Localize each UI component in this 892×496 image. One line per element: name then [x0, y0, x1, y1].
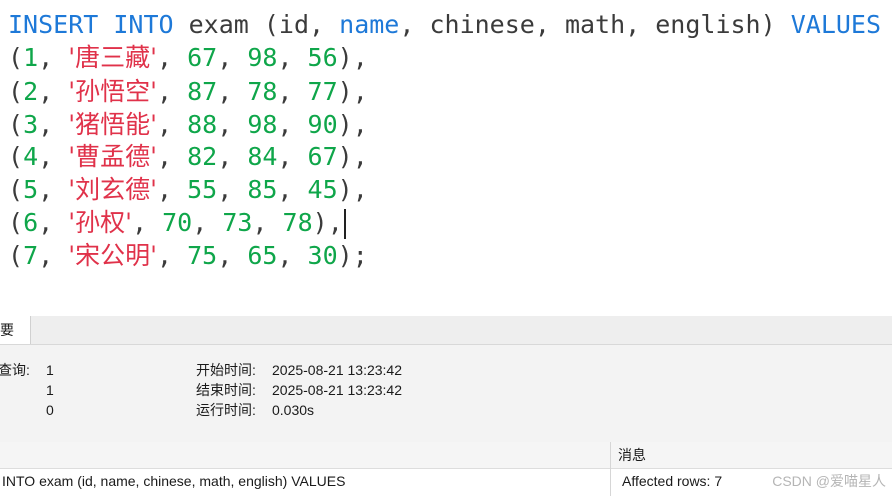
value-name: '唐三藏' — [68, 43, 157, 72]
row-end: ), — [337, 142, 368, 171]
value-chinese: 82 — [187, 142, 218, 171]
column-divider[interactable] — [610, 442, 611, 496]
value-math: 98 — [247, 43, 278, 72]
value-chinese: 70 — [162, 208, 193, 237]
value-math: 85 — [247, 175, 278, 204]
value-math: 78 — [247, 77, 278, 106]
value-math: 65 — [247, 241, 278, 270]
value-english: 78 — [282, 208, 313, 237]
value-math: 98 — [247, 110, 278, 139]
value-name: '宋公明' — [68, 241, 157, 270]
sql-editor[interactable]: INSERT INTO exam (id, name, chinese, mat… — [0, 0, 892, 316]
run-time-label: 运行时间: — [196, 402, 256, 418]
value-name: '刘玄德' — [68, 175, 157, 204]
tab-summary[interactable]: 摘要 — [0, 316, 31, 344]
table-text: exam (id, — [173, 10, 340, 39]
start-time-label: 开始时间: — [196, 362, 256, 378]
tab-summary-label: 摘要 — [0, 322, 14, 338]
value-name: '孙悟空' — [68, 77, 157, 106]
code-line-6: (5, '刘玄德', 55, 85, 45), — [8, 175, 368, 204]
value-id: 3 — [23, 110, 39, 139]
watermark-text: CSDN @爱喵星人 — [772, 473, 886, 489]
row-end: ); — [337, 241, 368, 270]
value-id: 7 — [23, 241, 39, 270]
value-english: 90 — [307, 110, 338, 139]
value-english: 77 — [307, 77, 338, 106]
value-name: '猪悟能' — [68, 110, 157, 139]
row-end: ), — [337, 43, 368, 72]
value-id: 6 — [23, 208, 39, 237]
value-id: 5 — [23, 175, 39, 204]
result-tab-bar: 摘要 — [0, 316, 892, 345]
value-id: 4 — [23, 142, 39, 171]
end-time-value: 2025-08-21 13:23:42 — [272, 382, 402, 398]
value-english: 30 — [307, 241, 338, 270]
value-math: 84 — [247, 142, 278, 171]
value-name: '孙权' — [68, 208, 132, 237]
value-name: '曹孟德' — [68, 142, 157, 171]
code-line-7: (6, '孙权', 70, 73, 78), — [8, 207, 346, 239]
value-chinese: 88 — [187, 110, 218, 139]
run-time-value: 0.030s — [272, 402, 315, 418]
end-time-label: 结束时间: — [196, 382, 256, 398]
value-english: 56 — [307, 43, 338, 72]
grid-header-message[interactable]: 消息 — [618, 444, 646, 466]
row-end: ), — [312, 208, 343, 237]
value-english: 45 — [307, 175, 338, 204]
code-line-2: (1, '唐三藏', 67, 98, 56), — [8, 43, 368, 72]
text-caret — [343, 209, 346, 239]
value-english: 67 — [307, 142, 338, 171]
message-grid: 消息 INTO exam (id, name, chinese, math, e… — [0, 442, 892, 496]
code-line-8: (7, '宋公明', 75, 65, 30); — [8, 241, 368, 270]
start-time-value: 2025-08-21 13:23:42 — [272, 362, 402, 378]
value-chinese: 75 — [187, 241, 218, 270]
stat-value-3: 0 — [46, 402, 54, 418]
grid-header: 消息 — [0, 442, 892, 469]
sql-client-window: INSERT INTO exam (id, name, chinese, mat… — [0, 0, 892, 496]
row-end: ), — [337, 175, 368, 204]
value-id: 2 — [23, 77, 39, 106]
row-end: ), — [337, 110, 368, 139]
code-line-3: (2, '孙悟空', 87, 78, 77), — [8, 77, 368, 106]
value-chinese: 55 — [187, 175, 218, 204]
keyword-insert-into: INSERT INTO — [8, 10, 174, 39]
row-end: ), — [337, 77, 368, 106]
code-line-5: (4, '曹孟德', 82, 84, 67), — [8, 142, 368, 171]
result-panel: 摘要 查询: 1 1 0 开始时间: 2025-08-21 13:23:42 结… — [0, 316, 892, 496]
grid-row-message[interactable]: Affected rows: 7 — [622, 470, 722, 492]
value-id: 1 — [23, 43, 39, 72]
code-line-4: (3, '猪悟能', 88, 98, 90), — [8, 110, 368, 139]
code-line-1: INSERT INTO exam (id, name, chinese, mat… — [8, 9, 881, 41]
columns-text: , chinese, math, english) — [399, 10, 791, 39]
stat-value-2: 1 — [46, 382, 54, 398]
keyword-name: name — [339, 10, 400, 39]
value-math: 73 — [222, 208, 253, 237]
value-chinese: 67 — [187, 43, 218, 72]
value-chinese: 87 — [187, 77, 218, 106]
keyword-values: VALUES — [790, 10, 882, 39]
grid-row-sql[interactable]: INTO exam (id, name, chinese, math, engl… — [2, 470, 345, 492]
query-label: 查询: — [0, 362, 30, 378]
query-value: 1 — [46, 362, 54, 378]
